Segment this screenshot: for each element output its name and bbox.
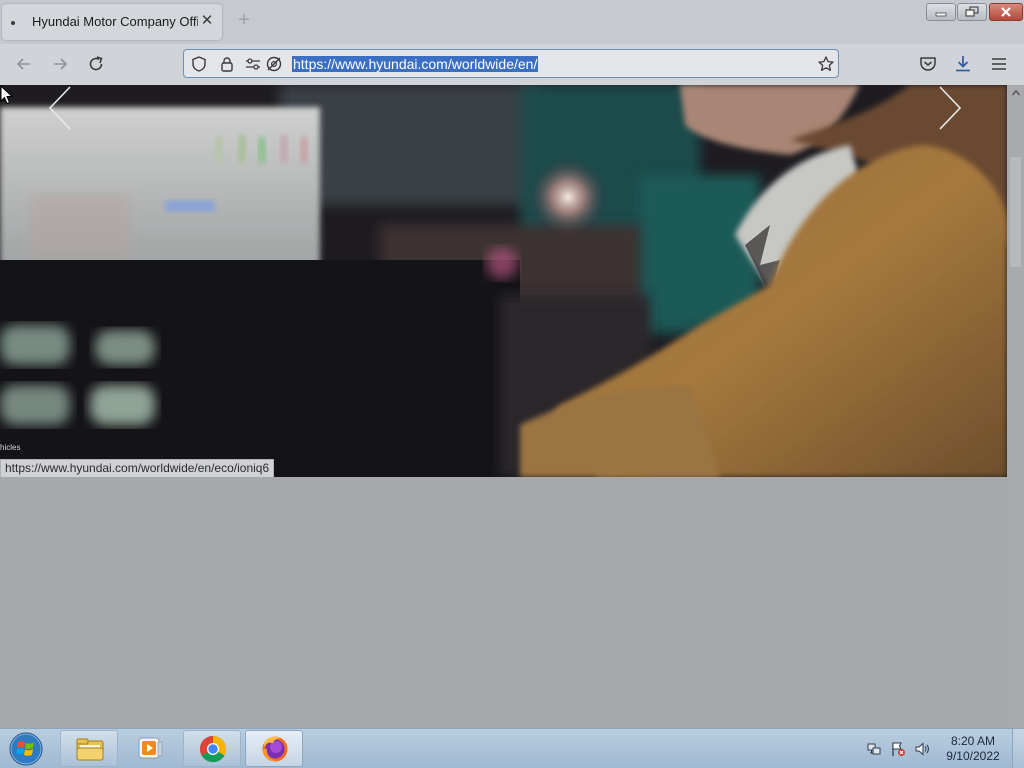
- hero-video-frame: [0, 85, 1007, 477]
- scroll-up-arrow-icon[interactable]: [1011, 88, 1021, 98]
- desktop-screen: Hyundai Motor Company Offic ✕ + https://…: [0, 0, 1024, 768]
- show-desktop-button[interactable]: [1012, 729, 1024, 768]
- system-clock[interactable]: 8:20 AM 9/10/2022: [940, 734, 1006, 764]
- tracking-blocked-icon[interactable]: [265, 55, 283, 73]
- carousel-prev-arrow-icon[interactable]: [46, 85, 76, 131]
- tab-loading-icon: [11, 21, 15, 25]
- reload-icon[interactable]: [85, 53, 107, 75]
- taskbar-chrome[interactable]: [183, 730, 241, 767]
- close-tab-icon[interactable]: ✕: [198, 12, 216, 30]
- mouse-cursor-icon: [0, 85, 14, 105]
- download-icon[interactable]: [952, 53, 974, 75]
- browser-toolbar: https://www.hyundai.com/worldwide/en/: [0, 44, 1024, 86]
- bookmark-star-icon[interactable]: [817, 55, 835, 73]
- chrome-icon: [199, 735, 227, 763]
- taskbar-firefox[interactable]: [245, 730, 303, 767]
- taskbar-media-player[interactable]: [121, 730, 179, 767]
- lock-icon[interactable]: [218, 55, 236, 73]
- media-player-icon: [138, 737, 163, 759]
- page-content: hicles https://www.hyundai.com/worldwide…: [0, 85, 1007, 728]
- carousel-next-arrow-icon[interactable]: [934, 85, 964, 131]
- vertical-scrollbar[interactable]: [1007, 85, 1024, 728]
- url-text[interactable]: https://www.hyundai.com/worldwide/en/: [292, 56, 539, 72]
- taskbar-file-explorer[interactable]: [60, 730, 118, 767]
- back-icon[interactable]: [13, 53, 35, 75]
- clock-date: 9/10/2022: [946, 749, 1000, 763]
- url-bar[interactable]: https://www.hyundai.com/worldwide/en/: [183, 49, 839, 78]
- shield-icon[interactable]: [190, 55, 208, 73]
- minimize-icon: [935, 12, 947, 17]
- restore-button[interactable]: [957, 3, 987, 21]
- hero-caption: hicles: [0, 443, 21, 452]
- file-explorer-icon: [76, 738, 104, 761]
- close-icon: [1001, 7, 1011, 17]
- volume-icon[interactable]: [914, 741, 930, 757]
- browser-tab[interactable]: Hyundai Motor Company Offic ✕: [2, 4, 222, 40]
- network-icon[interactable]: [866, 741, 882, 757]
- restore-icon: [965, 6, 979, 17]
- browser-tab-strip: Hyundai Motor Company Offic ✕ +: [0, 0, 1024, 44]
- windows-start-icon[interactable]: [6, 731, 46, 767]
- clock-time: 8:20 AM: [950, 734, 996, 748]
- link-status-preview: https://www.hyundai.com/worldwide/en/eco…: [0, 459, 275, 477]
- permissions-icon[interactable]: [244, 55, 262, 73]
- scrollbar-thumb[interactable]: [1010, 157, 1021, 267]
- new-tab-button[interactable]: +: [234, 10, 254, 30]
- minimize-button[interactable]: [926, 3, 956, 21]
- action-center-alert-icon[interactable]: [890, 741, 906, 757]
- close-window-button[interactable]: [989, 3, 1023, 21]
- windows-taskbar: 8:20 AM 9/10/2022: [0, 728, 1024, 768]
- firefox-icon: [262, 736, 288, 762]
- pocket-icon[interactable]: [917, 53, 939, 75]
- forward-icon[interactable]: [49, 53, 71, 75]
- hamburger-menu-icon[interactable]: [988, 53, 1010, 75]
- tab-title: Hyundai Motor Company Offic: [32, 14, 198, 29]
- hero-video-carousel[interactable]: hicles https://www.hyundai.com/worldwide…: [0, 85, 1007, 477]
